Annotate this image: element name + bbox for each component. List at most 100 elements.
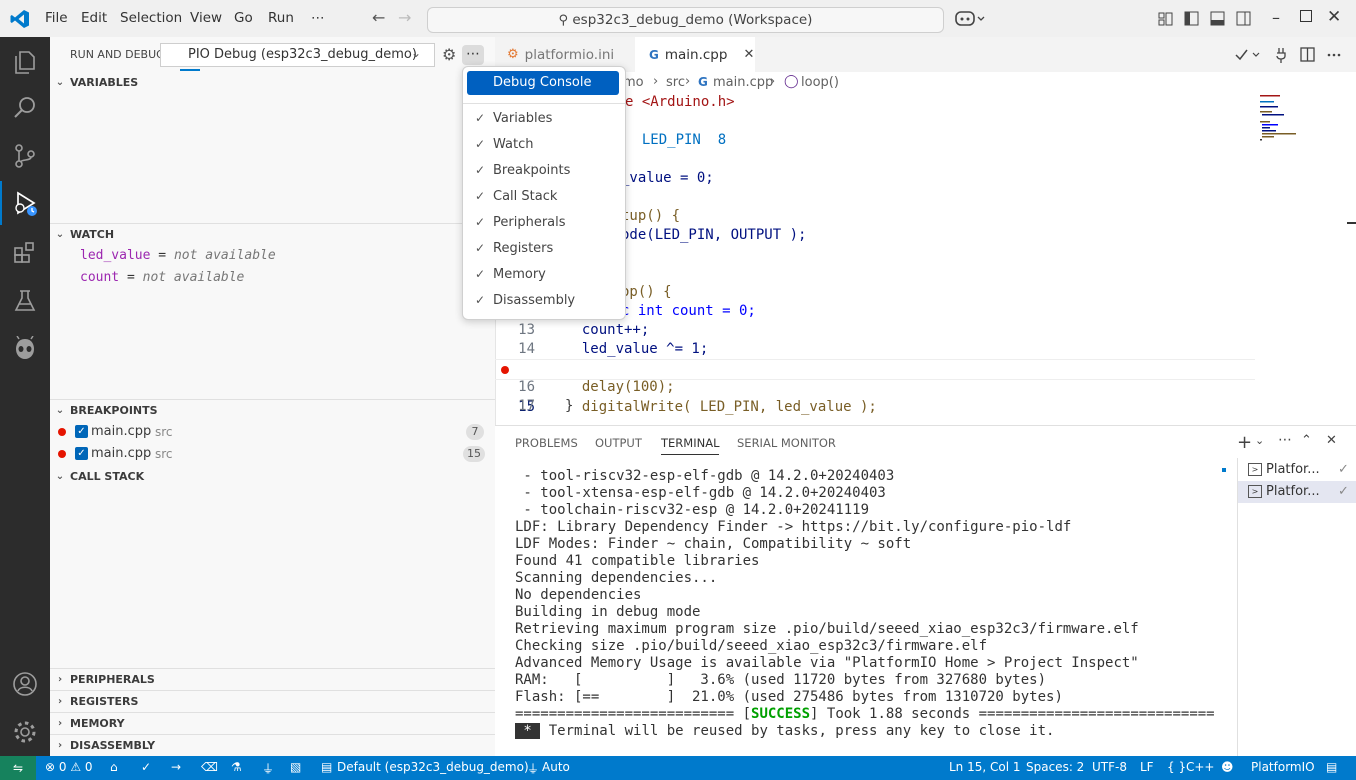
testing-flask-icon[interactable] bbox=[0, 279, 50, 323]
menu-view[interactable]: View bbox=[190, 10, 222, 26]
command-center[interactable]: ⚲ esp32c3_debug_demo (Workspace) bbox=[427, 7, 944, 33]
chevron-down-icon: ⌄ bbox=[411, 46, 422, 60]
debug-config-select[interactable]: PIO Debug (esp32c3_debug_demo) ⌄ bbox=[160, 43, 435, 67]
section-watch[interactable]: ⌄ WATCH bbox=[50, 223, 495, 245]
current-code-line[interactable]: 15 digitalWrite( LED_PIN, led_value ); bbox=[495, 359, 1255, 415]
extensions-icon[interactable] bbox=[0, 231, 50, 275]
cursor-position[interactable]: Ln 15, Col 1 bbox=[949, 760, 1021, 774]
menu-more[interactable]: ⋯ bbox=[311, 10, 325, 26]
menu-item-disassembly[interactable]: ✓ Disassembly bbox=[467, 288, 621, 312]
forward-arrow-icon[interactable]: → bbox=[398, 8, 411, 27]
section-peripherals[interactable]: › PERIPHERALS bbox=[50, 668, 495, 690]
line-number: 14 bbox=[518, 341, 535, 357]
reuse-star: * bbox=[515, 723, 541, 739]
minimize-button[interactable]: – bbox=[1272, 8, 1280, 27]
section-call-stack[interactable]: ⌄ CALL STACK bbox=[50, 465, 495, 487]
close-panel-icon[interactable]: ✕ bbox=[1326, 433, 1337, 448]
remote-indicator-icon[interactable]: ⇋ bbox=[0, 756, 36, 780]
menu-selection[interactable]: Selection bbox=[120, 10, 182, 26]
minimap[interactable] bbox=[1258, 94, 1338, 154]
settings-gear-icon[interactable] bbox=[0, 710, 50, 754]
auto-port[interactable]: Auto bbox=[542, 760, 570, 774]
terminal-icon[interactable]: ▧ bbox=[290, 760, 301, 774]
platformio-status[interactable]: PlatformIO bbox=[1251, 760, 1315, 774]
code-line[interactable]: 14 led_value ^= 1; bbox=[495, 340, 1255, 359]
search-view-icon[interactable] bbox=[0, 86, 50, 130]
tab-serial-monitor[interactable]: SERIAL MONITOR bbox=[737, 436, 836, 450]
section-memory[interactable]: › MEMORY bbox=[50, 712, 495, 734]
close-tab-icon[interactable]: ✕ bbox=[743, 47, 754, 62]
chevron-down-icon[interactable]: ⌄ bbox=[1255, 434, 1264, 447]
back-arrow-icon[interactable]: ← bbox=[372, 8, 385, 27]
terminal-list-item[interactable]: > Platfor... ✓ bbox=[1238, 459, 1356, 481]
run-debug-icon[interactable] bbox=[0, 181, 50, 225]
tab-problems[interactable]: PROBLEMS bbox=[515, 436, 578, 450]
section-registers[interactable]: › REGISTERS bbox=[50, 690, 495, 712]
tab-main-cpp[interactable]: G main.cpp ✕ bbox=[635, 37, 755, 72]
code-line[interactable]: 13 count++; bbox=[495, 321, 1255, 340]
debug-settings-gear-icon[interactable]: ⚙ bbox=[442, 45, 456, 64]
project-env[interactable]: Default (esp32c3_debug_demo) bbox=[337, 760, 529, 774]
section-breakpoints[interactable]: ⌄ BREAKPOINTS bbox=[50, 399, 495, 421]
watch-item[interactable]: count = not available bbox=[80, 270, 244, 285]
menu-item-peripherals[interactable]: ✓ Peripherals bbox=[467, 210, 621, 234]
check-icon: ✓ bbox=[474, 137, 486, 151]
tab-terminal[interactable]: TERMINAL bbox=[661, 436, 720, 455]
account-icon[interactable] bbox=[0, 662, 50, 706]
end-of-line[interactable]: LF bbox=[1140, 760, 1154, 774]
explorer-icon[interactable] bbox=[0, 40, 50, 84]
breakpoint-item[interactable]: ✓ main.cpp src 15 bbox=[50, 443, 495, 465]
test-flask-icon[interactable]: ⚗ bbox=[231, 760, 242, 774]
menu-item-debug-console[interactable]: Debug Console bbox=[467, 71, 619, 95]
breakpoint-checkbox[interactable]: ✓ bbox=[75, 447, 88, 460]
views-more-button[interactable]: ⋯ bbox=[462, 45, 484, 65]
copilot-icon[interactable] bbox=[955, 9, 987, 33]
maximize-button[interactable] bbox=[1300, 10, 1312, 22]
indentation[interactable]: Spaces: 2 bbox=[1026, 760, 1084, 774]
menu-file[interactable]: File bbox=[45, 10, 68, 26]
source-control-icon[interactable] bbox=[0, 134, 50, 178]
menu-item-registers[interactable]: ✓ Registers bbox=[467, 236, 621, 260]
title-bar: File Edit Selection View Go Run ⋯ ← → ⚲ … bbox=[0, 0, 1356, 38]
section-disassembly[interactable]: › DISASSEMBLY bbox=[50, 734, 495, 756]
watch-item[interactable]: led_value = not available bbox=[80, 248, 276, 263]
menu-go[interactable]: Go bbox=[234, 10, 253, 26]
menu-item-call-stack[interactable]: ✓ Call Stack bbox=[467, 184, 621, 208]
close-window-button[interactable]: ✕ bbox=[1327, 7, 1341, 27]
breakpoint-checkbox[interactable]: ✓ bbox=[75, 425, 88, 438]
terminal-line: RAM: [ ] 3.6% (used 11720 bytes from 327… bbox=[515, 672, 1047, 688]
clean-trash-icon[interactable]: ⌫ bbox=[201, 760, 218, 774]
menu-edit[interactable]: Edit bbox=[81, 10, 107, 26]
home-icon[interactable]: ⌂ bbox=[110, 760, 118, 774]
problems-count[interactable]: ⊗ 0 ⚠ 0 bbox=[45, 760, 93, 774]
menu-item-label: Registers bbox=[493, 240, 554, 256]
menu-item-memory[interactable]: ✓ Memory bbox=[467, 262, 621, 286]
breadcrumb-item[interactable]: mo bbox=[623, 75, 644, 90]
upload-arrow-icon[interactable]: → bbox=[171, 760, 181, 774]
menu-item-watch[interactable]: ✓ Watch bbox=[467, 132, 621, 156]
breadcrumb-item[interactable]: loop() bbox=[801, 75, 839, 90]
encoding[interactable]: UTF-8 bbox=[1092, 760, 1127, 774]
menu-item-breakpoints[interactable]: ✓ Breakpoints bbox=[467, 158, 621, 182]
notifications-bell-icon[interactable]: ▤ bbox=[1326, 760, 1337, 774]
success-pre: ========================== [ bbox=[515, 706, 752, 722]
breadcrumb-item[interactable]: main.cpp bbox=[713, 75, 773, 90]
terminal-list-item[interactable]: > Platfor... ✓ bbox=[1238, 481, 1356, 503]
breadcrumb-item[interactable]: src bbox=[666, 75, 685, 90]
success-word: SUCCESS bbox=[751, 706, 811, 722]
code-line[interactable]: 16 delay(100); bbox=[495, 378, 1255, 397]
maximize-panel-icon[interactable]: ⌃ bbox=[1301, 433, 1312, 448]
platformio-alien-icon[interactable] bbox=[0, 327, 50, 371]
breakpoint-item[interactable]: ✓ main.cpp src 7 bbox=[50, 421, 495, 443]
tab-output[interactable]: OUTPUT bbox=[595, 436, 642, 450]
breakpoint-glyph-icon[interactable] bbox=[501, 366, 509, 374]
build-check-icon[interactable]: ✓ bbox=[141, 760, 151, 774]
menu-run[interactable]: Run bbox=[268, 10, 294, 26]
new-terminal-plus-icon[interactable]: + bbox=[1237, 432, 1252, 453]
language-mode[interactable]: C++ bbox=[1186, 760, 1215, 774]
more-actions-icon[interactable]: ⋯ bbox=[1278, 432, 1292, 448]
section-variables[interactable]: ⌄ VARIABLES bbox=[50, 71, 495, 93]
code-line[interactable]: 17} bbox=[495, 397, 1255, 416]
plug-icon[interactable]: ⏚ bbox=[262, 760, 274, 777]
menu-item-variables[interactable]: ✓ Variables bbox=[467, 106, 621, 130]
